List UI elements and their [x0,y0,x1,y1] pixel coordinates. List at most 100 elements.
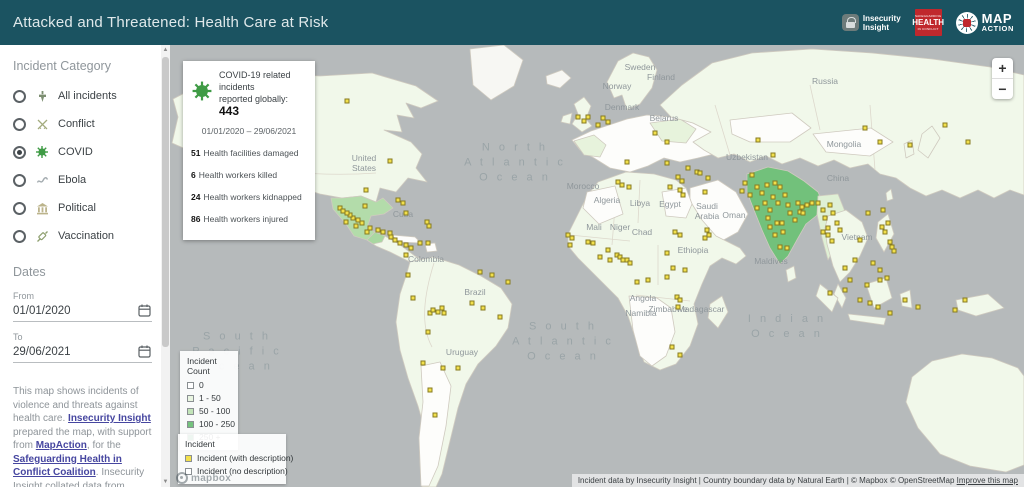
incident-marker[interactable] [858,298,863,303]
incident-marker[interactable] [703,190,708,195]
world-map-canvas[interactable]: N o r t h A t l a n t i c O c e a nS o u… [170,45,1024,487]
incident-marker[interactable] [888,311,893,316]
incident-marker[interactable] [703,236,708,241]
sidebar-scrollbar[interactable]: ▲ ▼ [161,45,170,487]
scroll-up-arrow[interactable]: ▲ [161,45,170,55]
incident-marker[interactable] [678,233,683,238]
category-option-conflict[interactable]: Conflict [13,113,152,135]
incident-marker[interactable] [418,241,423,246]
incident-marker[interactable] [678,298,683,303]
incident-marker[interactable] [388,159,393,164]
incident-marker[interactable] [442,311,447,316]
incident-marker[interactable] [831,211,836,216]
incident-marker[interactable] [591,241,596,246]
incident-marker[interactable] [871,261,876,266]
incident-marker[interactable] [568,243,573,248]
category-option-political[interactable]: Political [13,197,152,219]
incident-marker[interactable] [381,230,386,235]
incident-marker[interactable] [828,291,833,296]
radio-vaccination[interactable] [13,230,26,243]
incident-marker[interactable] [748,193,753,198]
zoom-out-button[interactable]: − [992,79,1013,99]
incident-marker[interactable] [620,183,625,188]
incident-marker[interactable] [680,179,685,184]
incident-marker[interactable] [635,280,640,285]
incident-marker[interactable] [582,119,587,124]
incident-marker[interactable] [506,280,511,285]
incident-marker[interactable] [843,288,848,293]
incident-marker[interactable] [863,126,868,131]
category-option-ebola[interactable]: Ebola [13,169,152,191]
incident-marker[interactable] [868,301,873,306]
incident-marker[interactable] [778,185,783,190]
category-option-all-incidents[interactable]: All incidents [13,85,152,107]
incident-marker[interactable] [810,201,815,206]
incident-marker[interactable] [478,270,483,275]
incident-marker[interactable] [793,218,798,223]
incident-marker[interactable] [773,233,778,238]
incident-marker[interactable] [368,226,373,231]
incident-marker[interactable] [628,261,633,266]
incident-marker[interactable] [671,266,676,271]
incident-marker[interactable] [668,185,673,190]
incident-marker[interactable] [858,238,863,243]
incident-marker[interactable] [421,361,426,366]
incident-marker[interactable] [665,251,670,256]
incident-marker[interactable] [953,308,958,313]
incident-marker[interactable] [409,246,414,251]
incident-marker[interactable] [456,366,461,371]
incident-marker[interactable] [706,176,711,181]
incident-marker[interactable] [345,211,350,216]
incident-marker[interactable] [788,211,793,216]
incident-marker[interactable] [908,143,913,148]
incident-marker[interactable] [653,131,658,136]
incident-marker[interactable] [433,413,438,418]
radio-conflict[interactable] [13,118,26,131]
incident-marker[interactable] [344,220,349,225]
incident-marker[interactable] [345,99,350,104]
incident-marker[interactable] [848,278,853,283]
incident-marker[interactable] [676,305,681,310]
incident-marker[interactable] [670,345,675,350]
to-date-input[interactable] [13,346,137,358]
incident-marker[interactable] [743,181,748,186]
incident-marker[interactable] [878,140,883,145]
incident-marker[interactable] [786,203,791,208]
incident-marker[interactable] [823,216,828,221]
incident-marker[interactable] [601,116,606,121]
radio-political[interactable] [13,202,26,215]
incident-marker[interactable] [771,153,776,158]
incident-marker[interactable] [865,283,870,288]
incident-marker[interactable] [843,266,848,271]
incident-marker[interactable] [360,221,365,226]
incident-marker[interactable] [878,268,883,273]
incident-marker[interactable] [892,249,897,254]
insecurity-insight-logo[interactable]: Insecurity Insight [842,14,901,32]
incident-marker[interactable] [404,211,409,216]
incident-marker[interactable] [740,189,745,194]
incident-marker[interactable] [853,258,858,263]
incident-marker[interactable] [665,275,670,280]
incident-marker[interactable] [830,239,835,244]
incident-marker[interactable] [389,235,394,240]
incident-marker[interactable] [406,273,411,278]
calendar-icon[interactable] [137,344,152,359]
incident-marker[interactable] [428,388,433,393]
incident-marker[interactable] [876,305,881,310]
incident-marker[interactable] [768,208,773,213]
incident-marker[interactable] [821,208,826,213]
incident-marker[interactable] [665,161,670,166]
incident-marker[interactable] [768,225,773,230]
mapaction-logo[interactable]: MAP ACTION [956,12,1014,34]
incident-marker[interactable] [678,353,683,358]
incident-marker[interactable] [966,140,971,145]
incident-marker[interactable] [835,221,840,226]
incident-marker[interactable] [750,173,755,178]
incident-marker[interactable] [755,206,760,211]
mapbox-logo[interactable]: mapbox [176,472,231,484]
incident-marker[interactable] [608,258,613,263]
safeguarding-health-in-conflict-logo[interactable]: SAFEGUARDING HEALTH IN CONFLICT [915,9,942,36]
zoom-in-button[interactable]: + [992,58,1013,78]
incident-marker[interactable] [426,241,431,246]
radio-ebola[interactable] [13,174,26,187]
